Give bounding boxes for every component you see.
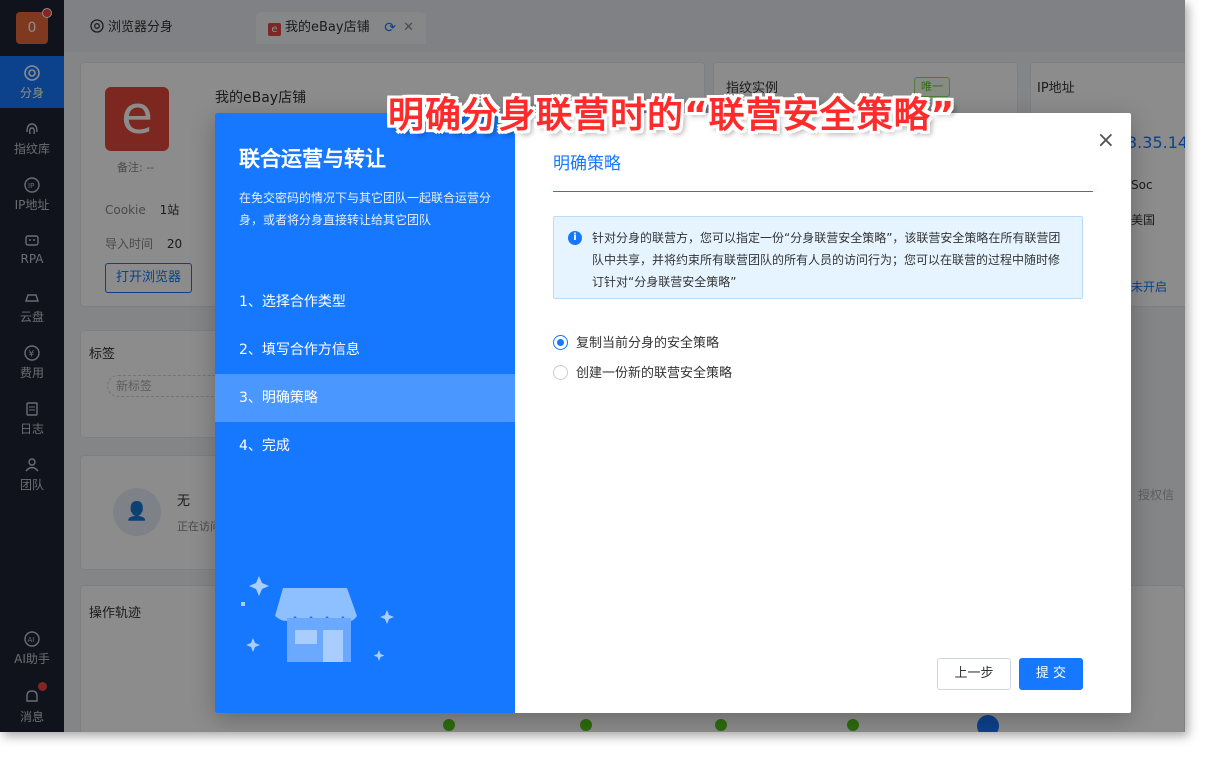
option-label: 创建一份新的联营安全策略	[576, 366, 733, 381]
option-label: 复制当前分身的安全策略	[576, 336, 720, 351]
policy-info-alert: i 针对分身的联营方，您可以指定一份“分身联营安全策略”，该联营安全策略在所有联…	[553, 216, 1083, 299]
modal-title: 联合运营与转让	[239, 147, 386, 171]
radio-checked[interactable]	[553, 335, 568, 350]
step-partner-info: 2、填写合作方信息	[239, 342, 360, 358]
step-define-policy: 3、明确策略	[215, 374, 515, 422]
annotation-caption: 明确分身联营时的“联营安全策略”	[388, 95, 956, 136]
modal-content: × 明确策略 i 针对分身的联营方，您可以指定一份“分身联营安全策略”，该联营安…	[515, 113, 1131, 713]
step-select-type: 1、选择合作类型	[239, 294, 346, 310]
section-title: 明确策略	[553, 154, 621, 174]
modal-close-button[interactable]: ×	[1097, 127, 1115, 155]
modal-description: 在免交密码的情况下与其它团队一起联合运营分身，或者将分身直接转让给其它团队	[239, 191, 492, 227]
option-copy-policy[interactable]: 复制当前分身的安全策略	[553, 332, 719, 351]
radio-unchecked[interactable]	[553, 365, 568, 380]
modal-step-panel: 联合运营与转让 在免交密码的情况下与其它团队一起联合运营分身，或者将分身直接转让…	[215, 113, 515, 713]
info-icon: i	[568, 231, 582, 245]
option-create-policy[interactable]: 创建一份新的联营安全策略	[553, 362, 732, 381]
step-finish: 4、完成	[239, 438, 290, 454]
policy-info-text: 针对分身的联营方，您可以指定一份“分身联营安全策略”，该联营安全策略在所有联营团…	[592, 231, 1061, 289]
store-illustration	[241, 576, 394, 662]
app-window: 0 分身 指纹库 IP IP地址 RPA 云盘 ¥ 费用 日志 团队 AI AI…	[0, 0, 1185, 732]
submit-button[interactable]: 提 交	[1019, 658, 1083, 690]
previous-step-button[interactable]: 上一步	[937, 658, 1011, 690]
co-operation-modal: 联合运营与转让 在免交密码的情况下与其它团队一起联合运营分身，或者将分身直接转让…	[215, 113, 1131, 713]
section-divider	[553, 191, 1093, 192]
